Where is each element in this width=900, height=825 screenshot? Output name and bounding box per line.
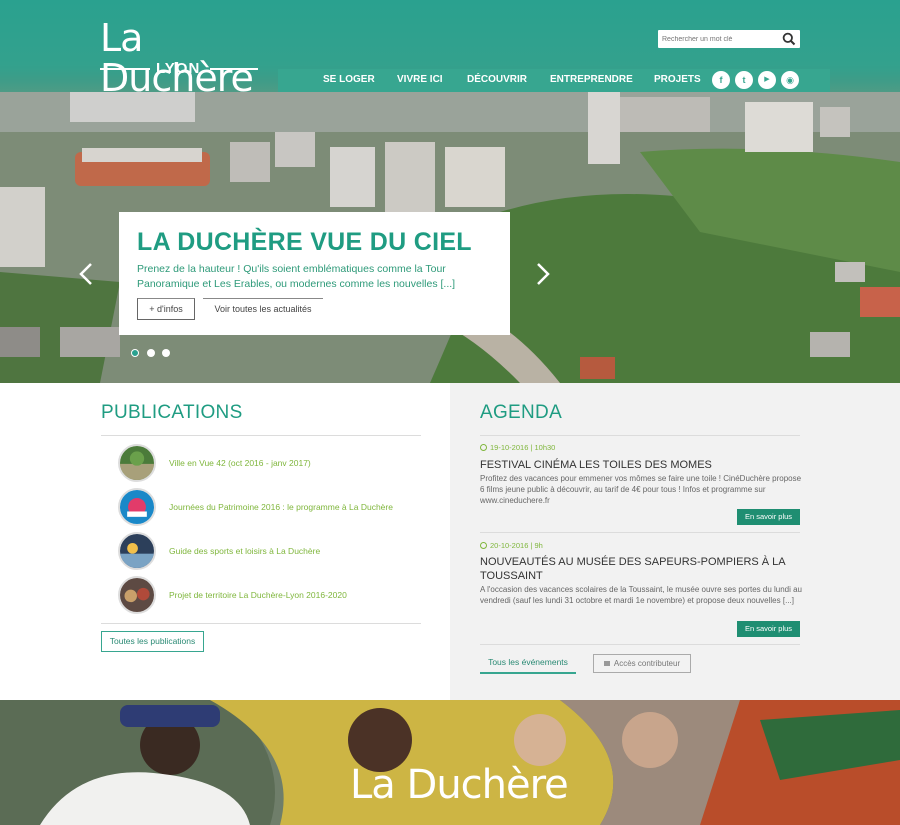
publication-label: Ville en Vue 42 (oct 2016 - janv 2017)	[169, 458, 311, 468]
publications-section: PUBLICATIONS Ville en Vue 42 (oct 2016 -…	[0, 383, 450, 700]
slider-next-icon[interactable]	[535, 262, 551, 286]
divider	[480, 532, 800, 533]
logo-rule-right	[210, 68, 258, 70]
nav-decouvrir[interactable]: DÉCOUVRIR	[467, 74, 527, 85]
lock-icon	[603, 661, 610, 666]
all-publications-button[interactable]: Toutes les publications	[101, 631, 204, 652]
clock-icon	[480, 444, 487, 451]
slide-text: Prenez de la hauteur ! Qu'ils soient emb…	[137, 263, 456, 290]
event-date: 20-10-2016 | 9h	[480, 541, 543, 550]
agenda-section: AGENDA 19-10-2016 | 10h30 FESTIVAL CINÉM…	[450, 383, 900, 700]
site-logo[interactable]: La Duchère LYON	[100, 18, 260, 98]
slide-caption: LA DUCHÈRE VUE DU CIEL Prenez de la haut…	[119, 212, 510, 335]
publication-label: Projet de territoire La Duchère-Lyon 201…	[169, 590, 347, 600]
all-news-button[interactable]: Voir toutes les actualités	[203, 298, 323, 320]
event-date-text: 20-10-2016 | 9h	[490, 541, 543, 550]
event-more-button[interactable]: En savoir plus	[737, 621, 800, 637]
publication-thumbnail	[118, 576, 156, 614]
logo-sub: LYON	[100, 60, 258, 77]
banner-logo: La Duchère	[350, 762, 569, 808]
publication-thumbnail	[118, 532, 156, 570]
hero-slider: La Duchère LYON SE LOGER VIVRE ICI DÉCOU…	[0, 0, 900, 383]
publications-title: PUBLICATIONS	[101, 402, 243, 423]
main-nav: SE LOGER VIVRE ICI DÉCOUVRIR ENTREPRENDR…	[278, 69, 830, 92]
slider-dot[interactable]	[131, 349, 139, 357]
event-description: Profitez des vacances pour emmener vos m…	[480, 474, 802, 505]
photo-banner: La Duchère	[0, 700, 900, 825]
nav-projets[interactable]: PROJETS	[654, 74, 701, 85]
search-input[interactable]	[662, 32, 780, 46]
more-info-button[interactable]: + d'infos	[137, 298, 195, 320]
divider	[480, 435, 800, 436]
publication-label: Guide des sports et loisirs à La Duchère	[169, 546, 321, 556]
publication-item[interactable]: Journées du Patrimoine 2016 : le program…	[118, 488, 438, 528]
all-events-button[interactable]: Tous les événements	[480, 653, 576, 674]
publication-item[interactable]: Projet de territoire La Duchère-Lyon 201…	[118, 576, 438, 616]
publication-label: Journées du Patrimoine 2016 : le program…	[169, 502, 393, 512]
rss-icon[interactable]: ◉	[781, 71, 799, 89]
nav-se-loger[interactable]: SE LOGER	[323, 74, 375, 85]
search-icon[interactable]	[782, 32, 796, 46]
publication-item[interactable]: Guide des sports et loisirs à La Duchère	[118, 532, 438, 572]
slider-dot[interactable]	[147, 349, 155, 357]
slide-title: LA DUCHÈRE VUE DU CIEL	[137, 228, 472, 256]
twitter-icon[interactable]: t	[735, 71, 753, 89]
publication-item[interactable]: Ville en Vue 42 (oct 2016 - janv 2017)	[118, 444, 438, 484]
clock-icon	[480, 542, 487, 549]
divider	[480, 644, 800, 645]
contributor-access-label: Accès contributeur	[613, 659, 681, 668]
event-title[interactable]: NOUVEAUTÉS AU MUSÉE DES SAPEURS-POMPIERS…	[480, 555, 800, 583]
divider	[101, 435, 421, 436]
youtube-icon[interactable]: ▶	[758, 71, 776, 89]
logo-wordmark: La Duchère	[100, 16, 254, 100]
search-box	[658, 30, 800, 48]
logo-city: LYON	[156, 60, 201, 77]
event-title[interactable]: FESTIVAL CINÉMA LES TOILES DES MOMES	[480, 458, 800, 472]
event-more-button[interactable]: En savoir plus	[737, 509, 800, 525]
divider	[101, 623, 421, 624]
slider-prev-icon[interactable]	[78, 262, 94, 286]
slider-dot[interactable]	[162, 349, 170, 357]
facebook-icon[interactable]: f	[712, 71, 730, 89]
contributor-access-button[interactable]: Accès contributeur	[593, 654, 691, 673]
logo-rule-left	[100, 68, 150, 70]
nav-vivre-ici[interactable]: VIVRE ICI	[397, 74, 443, 85]
nav-entreprendre[interactable]: ENTREPRENDRE	[550, 74, 633, 85]
publication-thumbnail	[118, 488, 156, 526]
event-description: A l'occasion des vacances scolaires de l…	[480, 585, 803, 605]
event-date-text: 19-10-2016 | 10h30	[490, 443, 556, 452]
publication-thumbnail	[118, 444, 156, 482]
event-date: 19-10-2016 | 10h30	[480, 443, 555, 452]
agenda-title: AGENDA	[480, 402, 563, 423]
